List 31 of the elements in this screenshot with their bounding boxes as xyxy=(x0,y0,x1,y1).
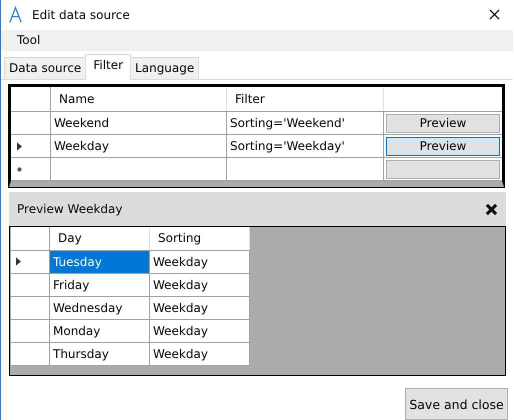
save-and-close-button[interactable]: Save and close xyxy=(405,388,508,420)
new-row-icon xyxy=(17,166,22,172)
preview-title: Preview Weekday xyxy=(17,202,124,216)
table-cell: Weekday xyxy=(150,274,250,296)
table-cell: Weekday xyxy=(51,135,227,158)
table-cell: Sorting='Weekday' xyxy=(227,135,384,158)
table-cell: Sorting='Weekend' xyxy=(227,112,384,134)
table-cell: Friday xyxy=(50,274,150,296)
table-cell: Weekday xyxy=(150,320,250,342)
table-cell: Wednesday xyxy=(50,296,150,319)
column-header[interactable]: Filter xyxy=(227,87,384,112)
app-logo-icon xyxy=(9,6,22,24)
close-icon[interactable] xyxy=(489,9,500,20)
table-cell: Weekday xyxy=(150,296,250,319)
preview-button[interactable]: Preview xyxy=(386,136,500,156)
close-icon[interactable] xyxy=(485,202,498,216)
column-header[interactable]: Sorting xyxy=(150,226,250,250)
tab[interactable]: Data source xyxy=(4,57,86,80)
table-cell: Tuesday xyxy=(50,250,150,273)
table-cell: Weekend xyxy=(51,112,227,134)
column-header[interactable]: Day xyxy=(50,226,150,250)
tab[interactable]: Language xyxy=(130,57,200,80)
table-cell: Thursday xyxy=(50,342,150,365)
menu-item[interactable]: Tool xyxy=(9,33,48,48)
tab[interactable]: Filter xyxy=(85,54,132,80)
window-title: Edit data source xyxy=(32,8,130,22)
table-cell: Weekday xyxy=(150,250,250,273)
column-header[interactable]: Name xyxy=(51,87,227,112)
table-cell: Weekday xyxy=(150,342,250,365)
preview-button[interactable]: Preview xyxy=(386,114,500,133)
table-cell: Monday xyxy=(50,320,150,342)
